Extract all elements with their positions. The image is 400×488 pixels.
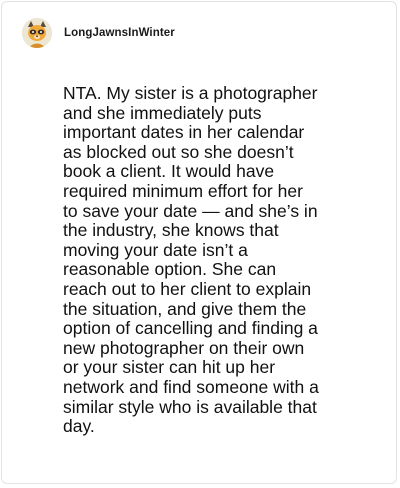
comment-header: LongJawnsInWinter: [22, 18, 175, 48]
raccoon-avatar-icon[interactable]: [22, 18, 52, 48]
comment-author-username[interactable]: LongJawnsInWinter: [64, 27, 175, 39]
comment-card: LongJawnsInWinter NTA. My sister is a ph…: [1, 1, 397, 484]
comment-body: NTA. My sister is a photographer and she…: [63, 83, 319, 437]
